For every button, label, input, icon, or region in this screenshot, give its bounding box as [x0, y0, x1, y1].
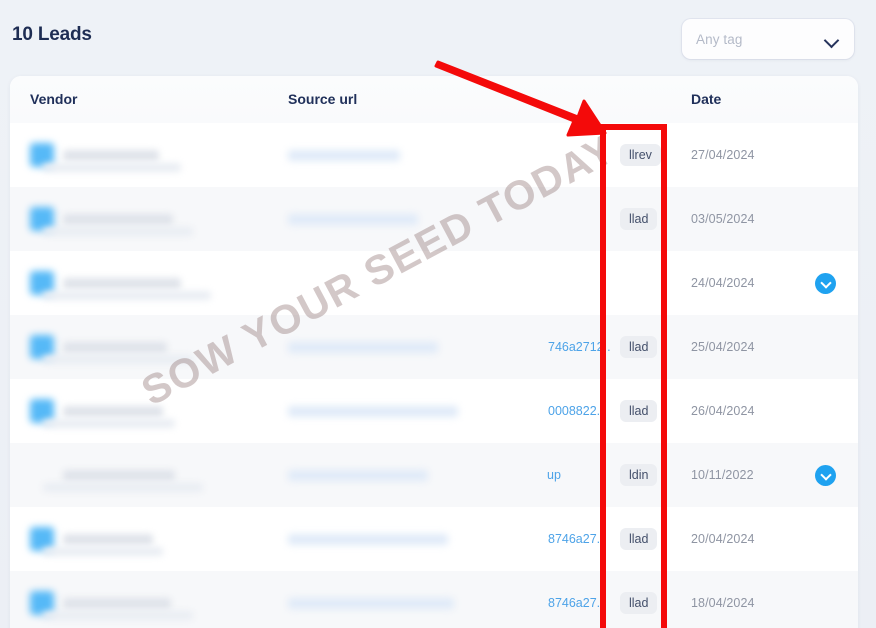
cell-tag: ldin — [620, 443, 658, 507]
source-url-redacted — [288, 533, 448, 545]
cell-tag: llad — [620, 315, 658, 379]
cell-date: 18/04/2024 — [691, 596, 755, 610]
cell-tag: llad — [620, 187, 658, 251]
tag-badge[interactable]: llad — [620, 207, 658, 231]
cell-source-url — [288, 443, 428, 507]
cell-action — [815, 187, 836, 251]
vendor-detail-redacted — [43, 163, 181, 172]
cell-date: 03/05/2024 — [691, 212, 755, 226]
vendor-name-redacted — [63, 533, 153, 545]
chevron-down-icon — [825, 35, 840, 44]
tag-badge[interactable]: llad — [620, 527, 658, 551]
source-url-link[interactable]: 8746a27.. — [548, 571, 604, 628]
cell-action — [815, 507, 836, 571]
source-url-link[interactable]: 0008822.. — [548, 379, 604, 443]
cell-date: 20/04/2024 — [691, 532, 755, 546]
column-header-source-url[interactable]: Source url — [288, 91, 357, 107]
vendor-detail-redacted — [43, 355, 193, 364]
source-url-link[interactable]: up — [547, 443, 561, 507]
expand-row-chevron-down-icon[interactable] — [815, 464, 836, 486]
cell-source-url — [288, 123, 400, 187]
vendor-detail-redacted — [43, 419, 175, 428]
cell-vendor — [30, 123, 159, 187]
cell-action — [815, 443, 836, 507]
leads-page: 10 Leads Any tag Vendor Source url Date … — [0, 0, 876, 628]
tag-badge[interactable]: ldin — [620, 463, 658, 487]
cell-tag: llrev — [620, 123, 661, 187]
cell-source-url — [288, 379, 458, 443]
vendor-name-redacted — [63, 405, 163, 417]
cell-vendor — [30, 315, 167, 379]
vendor-detail-redacted — [43, 611, 193, 620]
cell-vendor — [30, 507, 153, 571]
table-row[interactable]: 0008822.. llad 26/04/2024 — [10, 379, 858, 443]
cell-action — [815, 251, 836, 315]
tag-badge[interactable]: llad — [620, 399, 658, 423]
table-body: llrev 27/04/2024 llad 03/05/2024 24/04/2024 7… — [10, 123, 858, 628]
vendor-name-redacted — [63, 597, 171, 609]
source-url-redacted — [288, 405, 458, 417]
tag-badge[interactable]: llad — [620, 591, 658, 615]
cell-tag: llad — [620, 571, 658, 628]
expand-row-chevron-down-icon[interactable] — [815, 272, 836, 294]
cell-vendor — [30, 379, 163, 443]
source-url-redacted — [288, 149, 400, 161]
cell-date: 24/04/2024 — [691, 276, 755, 290]
vendor-name-redacted — [63, 277, 181, 289]
cell-source-url — [288, 571, 454, 628]
vendor-name-redacted — [63, 341, 167, 353]
source-url-redacted — [288, 597, 454, 609]
tag-filter-dropdown[interactable]: Any tag — [682, 19, 854, 59]
cell-date: 27/04/2024 — [691, 148, 755, 162]
cell-vendor — [30, 443, 175, 507]
table-row[interactable]: up ldin 10/11/2022 — [10, 443, 858, 507]
tag-filter-placeholder: Any tag — [696, 31, 743, 47]
cell-vendor — [30, 251, 181, 315]
cell-action — [815, 571, 836, 628]
cell-tag: llad — [620, 379, 658, 443]
leads-table-card: Vendor Source url Date llrev 27/04/2024 ll… — [10, 76, 858, 628]
cell-action — [815, 315, 836, 379]
vendor-detail-redacted — [43, 291, 211, 300]
table-row[interactable]: 24/04/2024 — [10, 251, 858, 315]
vendor-name-redacted — [63, 469, 175, 481]
source-url-redacted — [288, 341, 438, 353]
cell-date: 25/04/2024 — [691, 340, 755, 354]
cell-action — [815, 379, 836, 443]
column-header-vendor[interactable]: Vendor — [30, 91, 77, 107]
table-row[interactable]: 746a2712.. llad 25/04/2024 — [10, 315, 858, 379]
cell-source-url — [288, 187, 418, 251]
vendor-name-redacted — [63, 149, 159, 161]
cell-vendor — [30, 187, 173, 251]
cell-tag: llad — [620, 507, 658, 571]
cell-source-url — [288, 507, 448, 571]
tag-badge[interactable]: llrev — [620, 143, 661, 167]
source-url-link[interactable]: 746a2712.. — [548, 315, 611, 379]
source-url-redacted — [288, 469, 428, 481]
page-header: 10 Leads Any tag — [0, 0, 876, 76]
table-row[interactable]: 8746a27.. llad 20/04/2024 — [10, 507, 858, 571]
column-header-date[interactable]: Date — [691, 91, 721, 107]
cell-source-url — [288, 315, 438, 379]
vendor-detail-redacted — [43, 483, 203, 492]
cell-date: 26/04/2024 — [691, 404, 755, 418]
source-url-link[interactable]: 8746a27.. — [548, 507, 604, 571]
page-title: 10 Leads — [12, 24, 92, 45]
tag-badge[interactable]: llad — [620, 335, 658, 359]
cell-action — [815, 123, 836, 187]
table-header-row: Vendor Source url Date — [10, 76, 858, 123]
table-row[interactable]: 8746a27.. llad 18/04/2024 — [10, 571, 858, 628]
cell-date: 10/11/2022 — [691, 468, 754, 482]
table-row[interactable]: llrev 27/04/2024 — [10, 123, 858, 187]
source-url-redacted — [288, 213, 418, 225]
vendor-detail-redacted — [43, 547, 163, 556]
table-row[interactable]: llad 03/05/2024 — [10, 187, 858, 251]
vendor-detail-redacted — [43, 227, 193, 236]
vendor-name-redacted — [63, 213, 173, 225]
